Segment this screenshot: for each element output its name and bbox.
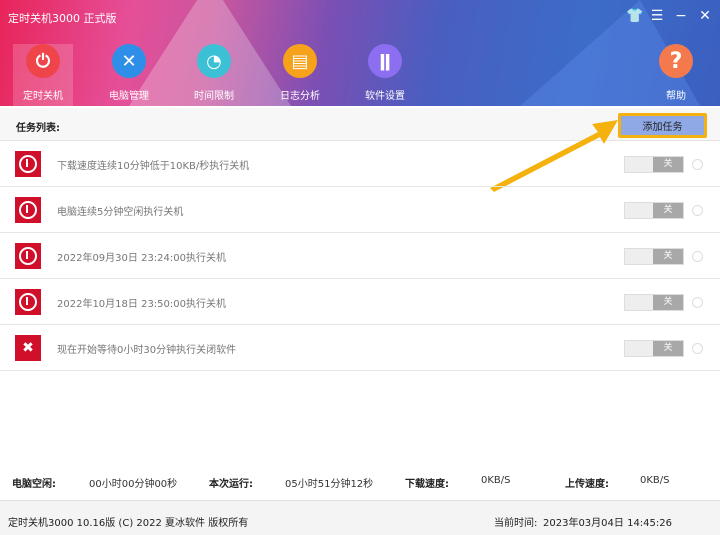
menu-icon[interactable]: ☰: [650, 8, 664, 24]
upload-speed-label: 上传速度:: [565, 479, 609, 490]
task-toggle[interactable]: 关: [624, 156, 684, 173]
nav-log-analysis[interactable]: ▤ 日志分析: [270, 44, 330, 102]
delete-icon[interactable]: [692, 159, 703, 170]
delete-icon[interactable]: [692, 251, 703, 262]
copyright: 定时关机3000 10.16版 (C) 2022 夏冰软件 版权所有: [8, 518, 249, 529]
power-icon: ⏻: [26, 44, 60, 78]
log-icon: ▤: [283, 44, 317, 78]
delete-icon[interactable]: [692, 297, 703, 308]
task-text: 2022年09月30日 23:24:00执行关机: [57, 253, 226, 264]
task-toggle[interactable]: 关: [624, 248, 684, 265]
add-task-button[interactable]: 添加任务: [618, 113, 707, 138]
window-title: 定时关机3000 正式版: [8, 12, 117, 25]
idle-label: 电脑空闲:: [12, 479, 56, 490]
toggle-label: 关: [653, 295, 683, 310]
shutdown-icon: [15, 197, 41, 223]
nav-computer-management[interactable]: ✕ 电脑管理: [99, 44, 159, 102]
task-text: 下载速度连续10分钟低于10KB/秒执行关机: [57, 161, 250, 172]
upload-speed-value: 0KB/S: [640, 475, 670, 486]
task-text: 2022年10月18日 23:50:00执行关机: [57, 299, 226, 310]
delete-icon[interactable]: [692, 205, 703, 216]
nav-settings[interactable]: ǁ 软件设置: [355, 44, 415, 102]
settings-icon: ǁ: [368, 44, 402, 78]
nav-label: 时间限制: [194, 91, 234, 102]
time-value: 2023年03月04日 14:45:26: [543, 518, 672, 529]
shutdown-icon: [15, 289, 41, 315]
shutdown-icon: [15, 151, 41, 177]
task-toggle[interactable]: 关: [624, 340, 684, 357]
run-label: 本次运行:: [209, 479, 253, 490]
toggle-label: 关: [653, 157, 683, 172]
nav-label: 定时关机: [23, 91, 63, 102]
help-icon: ?: [659, 44, 693, 78]
task-toggle[interactable]: 关: [624, 202, 684, 219]
task-row[interactable]: 2022年09月30日 23:24:00执行关机 关: [0, 233, 720, 279]
run-value: 05小时51分钟12秒: [285, 479, 374, 490]
task-list-title: 任务列表:: [16, 123, 60, 134]
task-text: 现在开始等待0小时30分钟执行关闭软件: [57, 345, 237, 356]
task-row[interactable]: ✖ 现在开始等待0小时30分钟执行关闭软件 关: [0, 325, 720, 371]
minimize-icon[interactable]: −: [674, 8, 688, 24]
task-toggle[interactable]: 关: [624, 294, 684, 311]
nav-label: 日志分析: [280, 91, 320, 102]
nav-label: 帮助: [666, 91, 686, 102]
toggle-label: 关: [653, 249, 683, 264]
tools-icon: ✕: [112, 44, 146, 78]
nav-time-limit[interactable]: ◔ 时间限制: [184, 44, 244, 102]
timer-icon: ◔: [197, 44, 231, 78]
task-row[interactable]: 2022年10月18日 23:50:00执行关机 关: [0, 279, 720, 325]
task-row[interactable]: 电脑连续5分钟空闲执行关机 关: [0, 187, 720, 233]
header-banner: 定时关机3000 正式版 👕 ☰ − ✕ ⏻ 定时关机 ✕ 电脑管理 ◔ 时间限制 ▤…: [0, 0, 720, 106]
delete-icon[interactable]: [692, 343, 703, 354]
close-app-icon: ✖: [15, 335, 41, 361]
shutdown-icon: [15, 243, 41, 269]
skin-icon[interactable]: 👕: [626, 8, 643, 24]
idle-value: 00小时00分钟00秒: [89, 479, 178, 490]
nav-help[interactable]: ? 帮助: [646, 44, 706, 102]
download-speed-value: 0KB/S: [481, 475, 511, 486]
nav-label: 软件设置: [365, 91, 405, 102]
nav-shutdown[interactable]: ⏻ 定时关机: [13, 44, 73, 106]
nav-label: 电脑管理: [109, 91, 149, 102]
download-speed-label: 下载速度:: [405, 479, 449, 490]
toggle-label: 关: [653, 203, 683, 218]
toggle-label: 关: [653, 341, 683, 356]
footer: 定时关机3000 10.16版 (C) 2022 夏冰软件 版权所有 当前时间:…: [0, 500, 720, 535]
close-icon[interactable]: ✕: [698, 8, 712, 24]
task-text: 电脑连续5分钟空闲执行关机: [57, 207, 184, 218]
task-row[interactable]: 下载速度连续10分钟低于10KB/秒执行关机 关: [0, 141, 720, 187]
time-label: 当前时间:: [494, 518, 538, 529]
